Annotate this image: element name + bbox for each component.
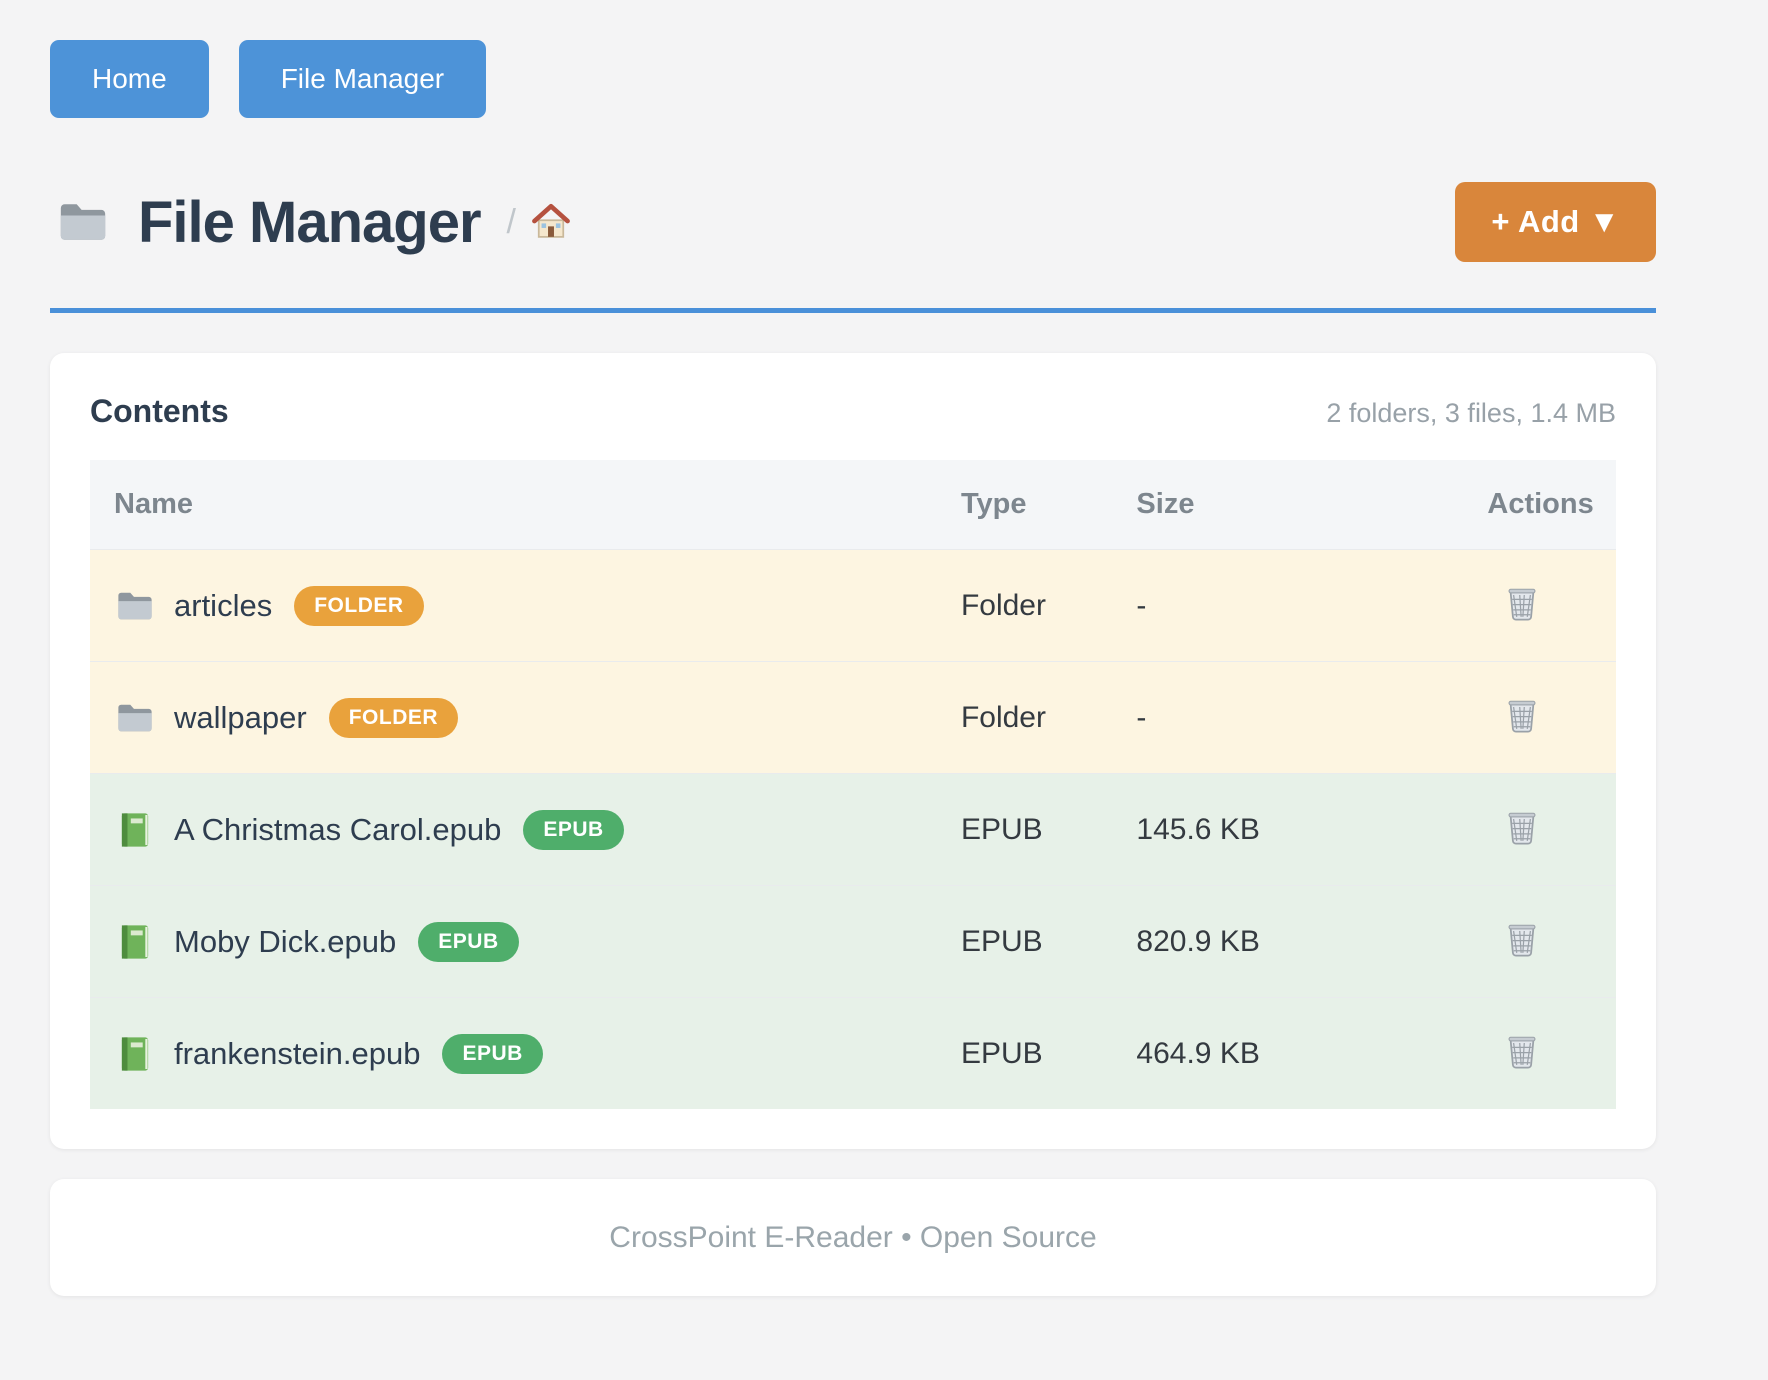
- contents-summary: 2 folders, 3 files, 1.4 MB: [1326, 398, 1616, 429]
- actions-cell: [1463, 998, 1616, 1110]
- nav-button-home[interactable]: Home: [50, 40, 209, 118]
- breadcrumb-separator: /: [507, 203, 516, 242]
- delete-button[interactable]: [1501, 805, 1543, 847]
- file-name[interactable]: frankenstein.epub: [174, 1036, 420, 1072]
- file-name[interactable]: articles: [174, 588, 272, 624]
- delete-button[interactable]: [1501, 581, 1543, 623]
- file-name-cell: articles FOLDER: [90, 550, 937, 662]
- column-header-type: Type: [937, 460, 1112, 550]
- nav-button-file-manager[interactable]: File Manager: [239, 40, 486, 118]
- table-row[interactable]: frankenstein.epubEPUBEPUB464.9 KB: [90, 998, 1616, 1110]
- folder-icon: [114, 697, 156, 739]
- type-cell: EPUB: [937, 886, 1112, 998]
- title-wrap: File Manager /: [50, 189, 572, 256]
- column-header-size: Size: [1112, 460, 1463, 550]
- type-badge: EPUB: [442, 1034, 542, 1074]
- folder-icon: [50, 194, 116, 250]
- type-cell: EPUB: [937, 774, 1112, 886]
- house-icon[interactable]: [530, 201, 572, 243]
- actions-cell: [1463, 662, 1616, 774]
- table-body: articles FOLDER Folder- wallpaper FOLDER Fold…: [90, 550, 1616, 1110]
- contents-card: Contents 2 folders, 3 files, 1.4 MB Name…: [50, 353, 1656, 1149]
- type-cell: Folder: [937, 662, 1112, 774]
- size-cell: 145.6 KB: [1112, 774, 1463, 886]
- type-badge: FOLDER: [294, 586, 423, 626]
- type-badge: EPUB: [523, 810, 623, 850]
- footer-text: CrossPoint E-Reader • Open Source: [609, 1221, 1096, 1255]
- contents-title: Contents: [90, 393, 229, 430]
- file-name[interactable]: wallpaper: [174, 700, 307, 736]
- file-name-cell: wallpaper FOLDER: [90, 662, 937, 774]
- actions-cell: [1463, 774, 1616, 886]
- size-cell: 820.9 KB: [1112, 886, 1463, 998]
- file-name-cell: frankenstein.epub EPUB: [90, 998, 937, 1110]
- actions-cell: [1463, 550, 1616, 662]
- file-name-cell: Moby Dick.epub EPUB: [90, 886, 937, 998]
- file-table-head: Name Type Size Actions: [90, 460, 1616, 550]
- file-name[interactable]: Moby Dick.epub: [174, 924, 396, 960]
- page-header: File Manager / + Add ▼: [50, 182, 1656, 262]
- type-badge: FOLDER: [329, 698, 458, 738]
- breadcrumb: /: [507, 201, 572, 243]
- page-title: File Manager: [138, 189, 481, 256]
- delete-button[interactable]: [1501, 693, 1543, 735]
- type-cell: EPUB: [937, 998, 1112, 1110]
- column-header-name: Name: [90, 460, 937, 550]
- delete-button[interactable]: [1501, 917, 1543, 959]
- size-cell: -: [1112, 550, 1463, 662]
- file-name-cell: A Christmas Carol.epub EPUB: [90, 774, 937, 886]
- size-cell: 464.9 KB: [1112, 998, 1463, 1110]
- book-icon: [114, 921, 156, 963]
- top-nav: Home File Manager: [50, 40, 1656, 118]
- file-table: Name Type Size Actions articles FOLDER Fol…: [90, 460, 1616, 1109]
- column-header-actions: Actions: [1463, 460, 1616, 550]
- book-icon: [114, 1033, 156, 1075]
- actions-cell: [1463, 886, 1616, 998]
- type-cell: Folder: [937, 550, 1112, 662]
- footer-card: CrossPoint E-Reader • Open Source: [50, 1179, 1656, 1296]
- table-row[interactable]: wallpaper FOLDER Folder-: [90, 662, 1616, 774]
- table-row[interactable]: Moby Dick.epubEPUBEPUB820.9 KB: [90, 886, 1616, 998]
- book-icon: [114, 809, 156, 851]
- table-row[interactable]: A Christmas Carol.epubEPUBEPUB145.6 KB: [90, 774, 1616, 886]
- contents-card-header: Contents 2 folders, 3 files, 1.4 MB: [90, 393, 1616, 430]
- size-cell: -: [1112, 662, 1463, 774]
- folder-icon: [114, 585, 156, 627]
- table-row[interactable]: articles FOLDER Folder-: [90, 550, 1616, 662]
- add-button[interactable]: + Add ▼: [1455, 182, 1656, 262]
- type-badge: EPUB: [418, 922, 518, 962]
- page: Home File Manager File Manager / + Add ▼…: [50, 0, 1656, 1296]
- delete-button[interactable]: [1501, 1029, 1543, 1071]
- blue-divider: [50, 308, 1656, 313]
- file-name[interactable]: A Christmas Carol.epub: [174, 812, 501, 848]
